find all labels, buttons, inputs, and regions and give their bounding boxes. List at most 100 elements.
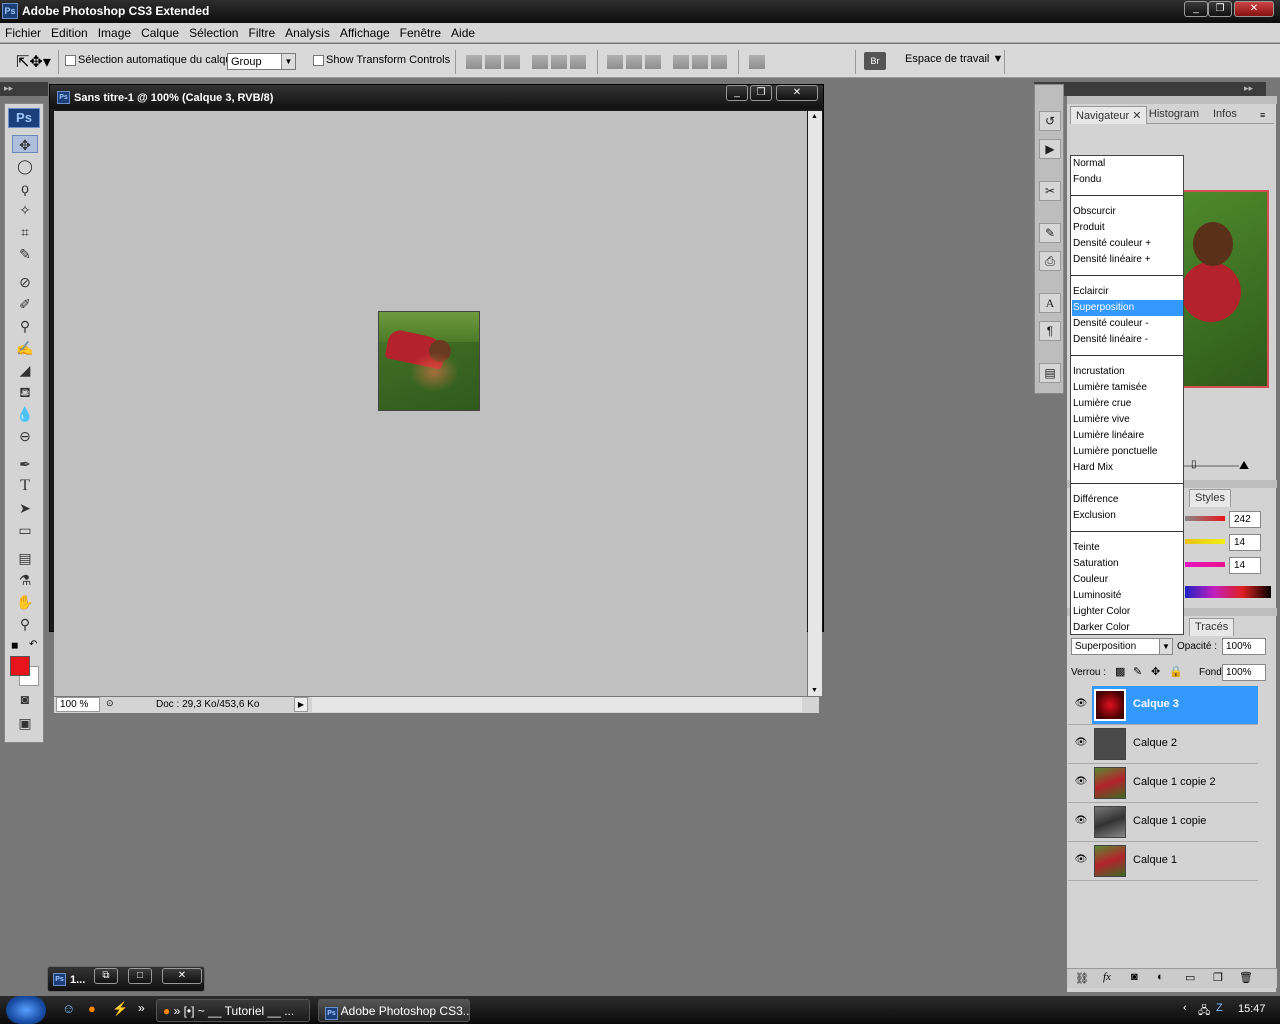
history-brush-icon[interactable]: ✍	[12, 339, 38, 357]
eraser-tool-icon[interactable]: ◢	[12, 361, 38, 379]
blend-mode-option[interactable]: Couleur	[1072, 572, 1183, 588]
firefox-icon[interactable]: ●	[88, 1001, 96, 1016]
foreground-color-swatch[interactable]	[10, 656, 30, 676]
scroll-down-icon[interactable]: ▼	[811, 687, 818, 694]
magic-wand-icon[interactable]: ✧	[12, 201, 38, 219]
restore-button[interactable]: ❐	[1208, 1, 1232, 17]
blend-mode-option[interactable]: Exclusion	[1072, 508, 1183, 524]
doc-close-button[interactable]: ✕	[776, 85, 818, 101]
align-right-icon[interactable]	[570, 55, 586, 69]
document-title-bar[interactable]: Ps Sans titre-1 @ 100% (Calque 3, RVB/8)…	[50, 85, 823, 109]
blend-mode-option[interactable]: Différence	[1072, 492, 1183, 508]
blend-mode-option[interactable]: Saturation	[1072, 556, 1183, 572]
layer-row[interactable]: 👁 Calque 1 copie 2	[1068, 764, 1258, 803]
tray-expand-icon[interactable]: ‹	[1183, 1002, 1187, 1014]
expand-arrows-icon[interactable]: ▸▸	[1244, 83, 1253, 94]
auto-select-checkbox[interactable]	[65, 55, 76, 66]
auto-select-dropdown[interactable]: Group ▼	[227, 53, 296, 70]
menu-fenetre[interactable]: Fenêtre	[395, 23, 446, 40]
align-bottom-icon[interactable]	[504, 55, 520, 69]
align-top-icon[interactable]	[466, 55, 482, 69]
tab-histogram[interactable]: Histogram	[1148, 106, 1204, 124]
swap-colors-icon[interactable]: ↶	[29, 639, 37, 650]
visibility-eye-icon[interactable]: 👁	[1074, 854, 1088, 868]
blend-mode-option[interactable]: Densité couleur -	[1072, 316, 1183, 332]
min-maximize-button[interactable]: □	[128, 968, 152, 984]
clone-stamp-icon[interactable]: ⚲	[12, 317, 38, 335]
blue-slider[interactable]	[1185, 562, 1225, 567]
link-layers-icon[interactable]: ⛓	[1075, 972, 1089, 985]
blend-mode-option[interactable]: Lumière tamisée	[1072, 380, 1183, 396]
network-icon[interactable]: 🖧	[1198, 1002, 1210, 1021]
screen-mode-icon[interactable]: ▣	[12, 714, 38, 732]
menu-analysis[interactable]: Analysis	[280, 23, 335, 40]
new-group-icon[interactable]: ▭	[1185, 971, 1195, 984]
auto-align-icon[interactable]	[749, 55, 765, 69]
notes-tool-icon[interactable]: ▤	[12, 549, 38, 567]
taskbar-item-photoshop[interactable]: Ps Adobe Photoshop CS3...	[318, 999, 470, 1022]
tab-infos[interactable]: Infos	[1208, 106, 1242, 124]
zoom-tool-icon[interactable]: ⚲	[12, 615, 38, 633]
dodge-tool-icon[interactable]: ⊖	[12, 427, 38, 445]
healing-brush-icon[interactable]: ⊘	[12, 273, 38, 291]
distribute-hcenter-icon[interactable]	[692, 55, 708, 69]
doc-minimize-button[interactable]: _	[726, 85, 748, 101]
history-panel-icon[interactable]: ↺	[1039, 111, 1061, 131]
distribute-top-icon[interactable]	[607, 55, 623, 69]
blend-mode-option[interactable]: Hard Mix	[1072, 460, 1183, 476]
minimized-window[interactable]: Ps 1... ⧉ □ ✕	[47, 966, 205, 992]
layer-row[interactable]: 👁 Calque 1 copie	[1068, 803, 1258, 842]
align-left-icon[interactable]	[532, 55, 548, 69]
blend-mode-option[interactable]: Obscurcir	[1072, 204, 1183, 220]
clone-source-icon[interactable]: ⎙	[1039, 251, 1061, 271]
blue-value-input[interactable]: 14	[1229, 557, 1261, 574]
messenger-icon[interactable]: ☺	[62, 1001, 75, 1016]
blend-mode-option[interactable]: Fondu	[1072, 172, 1183, 188]
move-tool-preset-icon[interactable]: ⇱✥▾	[16, 52, 51, 72]
align-hcenter-icon[interactable]	[551, 55, 567, 69]
min-close-button[interactable]: ✕	[162, 968, 202, 984]
transform-controls-checkbox[interactable]	[313, 55, 324, 66]
menu-filtre[interactable]: Filtre	[243, 23, 280, 40]
zoom-field[interactable]: 100 %	[56, 697, 100, 712]
menu-aide[interactable]: Aide	[446, 23, 480, 40]
lock-position-icon[interactable]: ✥	[1151, 665, 1160, 678]
blend-mode-option[interactable]: Lumière ponctuelle	[1072, 444, 1183, 460]
tab-traces[interactable]: Tracés	[1189, 618, 1235, 636]
quicklaunch-icon[interactable]: ⚡	[112, 1001, 128, 1017]
distribute-bottom-icon[interactable]	[645, 55, 661, 69]
close-button[interactable]: ✕	[1234, 1, 1274, 17]
min-restore-button[interactable]: ⧉	[94, 968, 118, 984]
green-value-input[interactable]: 14	[1229, 534, 1261, 551]
quick-mask-icon[interactable]: ◙	[12, 690, 38, 708]
blur-tool-icon[interactable]: 💧	[12, 405, 38, 423]
slice-tool-icon[interactable]: ✎	[12, 245, 38, 263]
menu-selection[interactable]: Sélection	[184, 23, 243, 40]
lock-pixels-icon[interactable]: ✎	[1133, 665, 1142, 678]
blend-mode-option[interactable]: Normal	[1072, 156, 1183, 172]
blend-mode-option[interactable]: Incrustation	[1072, 364, 1183, 380]
type-tool-icon[interactable]: T	[12, 477, 38, 495]
tray-app-icon[interactable]: Z	[1216, 1002, 1223, 1014]
new-layer-icon[interactable]: ❐	[1213, 971, 1223, 984]
crop-tool-icon[interactable]: ⌗	[12, 223, 38, 241]
vertical-scrollbar[interactable]: ▲ ▼	[808, 111, 822, 696]
eyedropper-icon[interactable]: ⚗	[12, 571, 38, 589]
status-menu-arrow-icon[interactable]: ▶	[294, 697, 308, 712]
menu-fichier[interactable]: Fichier	[0, 23, 46, 40]
hand-tool-icon[interactable]: ✋	[12, 593, 38, 611]
bridge-icon[interactable]: Br	[864, 52, 886, 70]
start-button[interactable]	[6, 996, 46, 1024]
tab-styles[interactable]: Styles	[1189, 489, 1231, 507]
expand-arrows-icon[interactable]: ▸▸	[4, 83, 13, 94]
minimize-button[interactable]: _	[1184, 1, 1208, 17]
toolbox-header[interactable]: ▸▸	[0, 82, 48, 96]
brush-tool-icon[interactable]: ✐	[12, 295, 38, 313]
lock-all-icon[interactable]: 🔒	[1169, 665, 1183, 678]
navigator-preview[interactable]	[1179, 190, 1269, 388]
blend-mode-option[interactable]: Eclaircir	[1072, 284, 1183, 300]
path-selection-icon[interactable]: ➤	[12, 499, 38, 517]
default-colors-icon[interactable]: ◼	[11, 640, 18, 651]
blend-mode-option[interactable]: Densité couleur +	[1072, 236, 1183, 252]
zoom-slider-thumb[interactable]: ▯	[1191, 459, 1197, 470]
